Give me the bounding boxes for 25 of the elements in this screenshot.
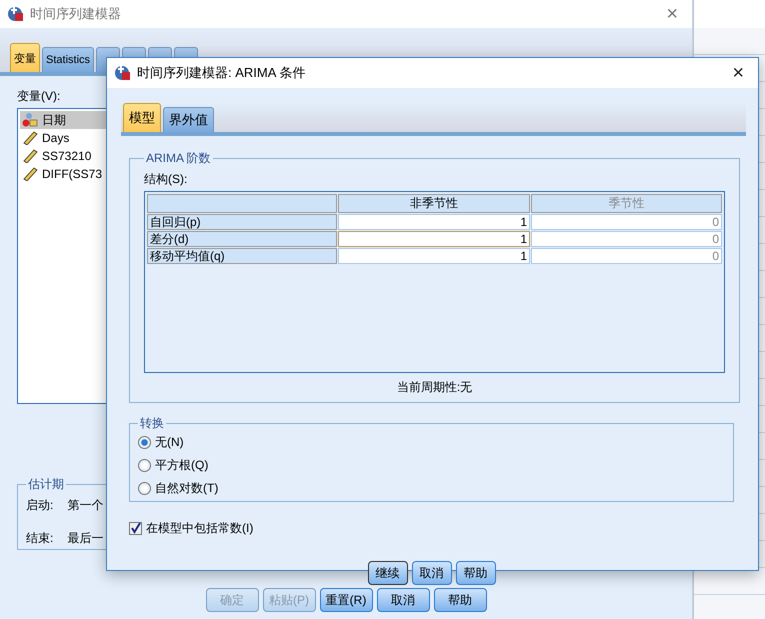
variable-name: Days — [42, 131, 70, 145]
group-title: ARIMA 阶数 — [145, 150, 212, 167]
column-header: 季节性 — [531, 194, 722, 213]
period-value: 最后一 — [67, 530, 104, 547]
period-label: 启动: — [26, 497, 54, 514]
structure-label: 结构(S): — [144, 171, 188, 188]
variables-label: 变量(V): — [17, 88, 62, 105]
radio-label: 自然对数(T) — [155, 480, 218, 497]
period-label: 结束: — [26, 530, 54, 547]
radio-label: 平方根(Q) — [155, 457, 208, 474]
periodicity-text: 当前周期性:无 — [396, 379, 472, 396]
row-header: 自回归(p) — [147, 214, 337, 230]
variable-name: DIFF(SS73 — [42, 167, 102, 181]
checkbox-label: 在模型中包括常数(I) — [146, 520, 254, 537]
variable-name: SS73210 — [42, 149, 92, 163]
variable-name: 日期 — [42, 112, 66, 128]
dialog-title: 时间序列建模器: ARIMA 条件 — [137, 64, 306, 82]
row-header: 差分(d) — [147, 231, 337, 247]
window-title: 时间序列建模器 — [30, 5, 122, 23]
column-header: 非季节性 — [338, 194, 530, 213]
period-value: 第一个 — [67, 497, 104, 514]
radio-label: 无(N) — [155, 434, 184, 451]
group-title: 估计期 — [27, 476, 65, 493]
row-header: 移动平均值(q) — [147, 248, 337, 264]
group-title: 转换 — [139, 415, 165, 432]
